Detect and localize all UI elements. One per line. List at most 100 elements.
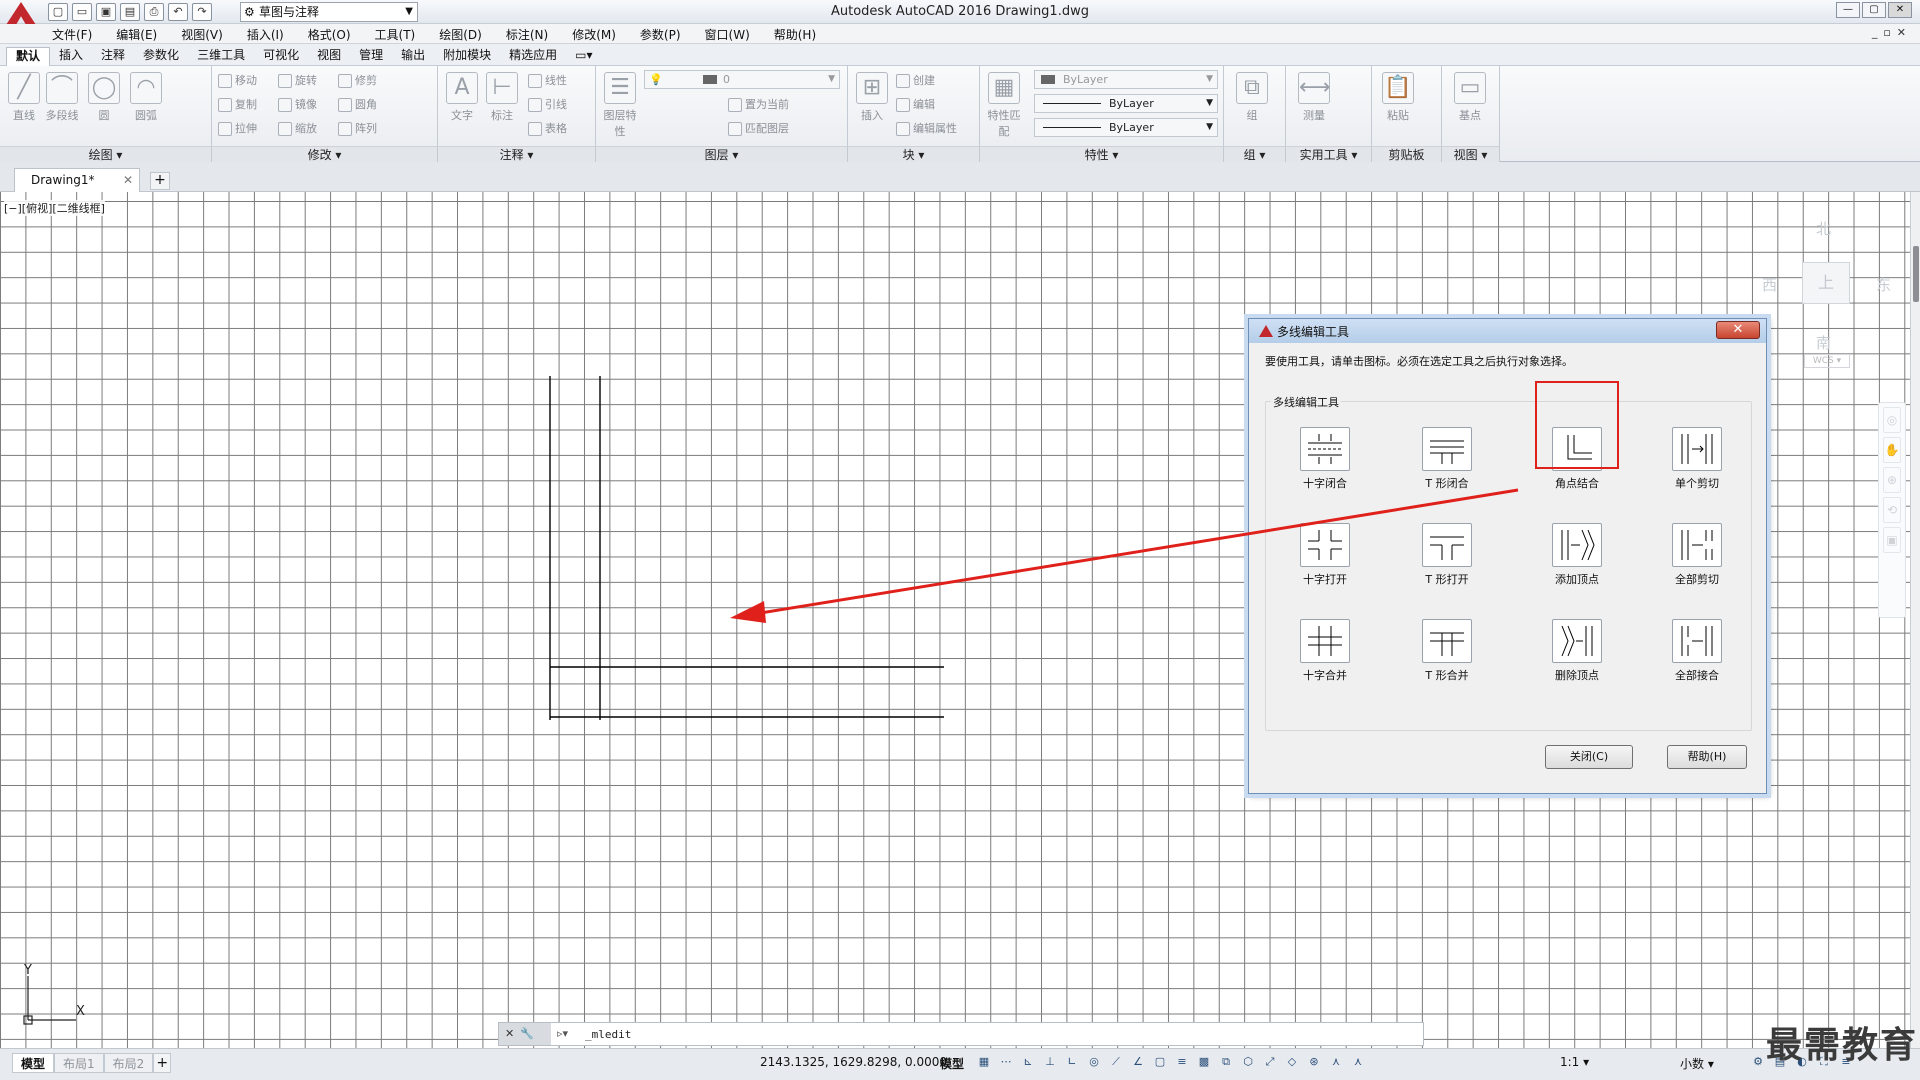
close-button[interactable]: 关闭(C) (1545, 745, 1633, 769)
gizmo-icon[interactable]: ⊛ (1306, 1054, 1322, 1070)
tab-view[interactable]: 视图 (308, 47, 350, 66)
tab-parametric[interactable]: 参数化 (134, 47, 188, 66)
new-tab-button[interactable]: + (150, 172, 170, 190)
viewcube-east[interactable]: 东 (1876, 274, 1891, 295)
scrollbar-thumb[interactable] (1913, 246, 1919, 302)
tool-match-layer[interactable]: 匹配图层 (728, 120, 789, 136)
menu-file[interactable]: 文件(F) (52, 26, 92, 43)
tool-cross-closed[interactable]: 十字闭合 (1287, 427, 1363, 501)
tool-cut-all[interactable]: 全部剪切 (1659, 523, 1735, 597)
snap-icon[interactable]: ⋯ (998, 1054, 1014, 1070)
tool-cut-single[interactable]: 单个剪切 (1659, 427, 1735, 501)
tool-create-block[interactable]: 创建 (896, 72, 935, 88)
panel-title-clipboard[interactable]: 剪贴板 (1372, 146, 1441, 162)
help-button[interactable]: 帮助(H) (1667, 745, 1747, 769)
tool-add-vertex[interactable]: 添加顶点 (1539, 523, 1615, 597)
minimize-button[interactable]: — (1836, 2, 1860, 18)
ortho-icon[interactable]: ∟ (1064, 1054, 1080, 1070)
viewcube-west[interactable]: 西 (1762, 274, 1777, 295)
vertical-scrollbar[interactable] (1910, 192, 1920, 1048)
menu-window[interactable]: 窗口(W) (705, 26, 750, 43)
dialog-close-button[interactable]: ✕ (1716, 321, 1760, 339)
layer-dropdown[interactable]: 💡 0 ▼ (644, 70, 840, 89)
infer-constraints-icon[interactable]: ⊾ (1020, 1054, 1036, 1070)
tab-visualize[interactable]: 可视化 (254, 47, 308, 66)
tool-stretch[interactable]: 拉伸 (218, 120, 257, 136)
tool-paste[interactable]: 📋 粘贴 (1378, 72, 1418, 123)
menu-parametric[interactable]: 参数(P) (640, 26, 681, 43)
panel-title-view[interactable]: 视图 ▾ (1442, 146, 1499, 162)
auto-scale-icon[interactable]: ⋏ (1350, 1054, 1366, 1070)
tool-base-point[interactable]: ▭ 基点 (1450, 72, 1490, 123)
tab-model[interactable]: 模型 (12, 1053, 55, 1073)
selection-cycling-icon[interactable]: ⧉ (1218, 1054, 1234, 1070)
pan-icon[interactable]: ✋ (1883, 437, 1901, 463)
cursor-coordinates[interactable]: 2143.1325, 1629.8298, 0.0000 (760, 1055, 947, 1069)
menu-tools[interactable]: 工具(T) (375, 26, 416, 43)
viewcube-top-face[interactable]: 上 (1802, 262, 1850, 304)
grid-icon[interactable]: ▦ (976, 1054, 992, 1070)
panel-title-modify[interactable]: 修改 ▾ (212, 146, 437, 162)
tool-group[interactable]: ⧉ 组 (1232, 72, 1272, 123)
close-tab-icon[interactable]: ✕ (123, 169, 133, 191)
tool-tee-closed[interactable]: T 形闭合 (1409, 427, 1485, 501)
tool-polyline[interactable]: ⌒ 多段线 (42, 72, 82, 123)
tool-cross-merged[interactable]: 十字合并 (1287, 619, 1363, 693)
menu-modify[interactable]: 修改(M) (572, 26, 616, 43)
menu-edit[interactable]: 编辑(E) (116, 26, 157, 43)
tool-measure[interactable]: ⟷ 测量 (1294, 72, 1334, 123)
tool-mirror[interactable]: 镜像 (278, 96, 317, 112)
tool-dimension[interactable]: ⊢ 标注 (482, 72, 522, 123)
linetype-dropdown[interactable]: ByLayer ▼ (1034, 94, 1218, 113)
tab-output[interactable]: 输出 (392, 47, 434, 66)
steering-wheel-icon[interactable]: ◎ (1883, 407, 1901, 433)
tool-table[interactable]: 表格 (528, 120, 567, 136)
zoom-icon[interactable]: ⊕ (1883, 467, 1901, 493)
tool-copy[interactable]: 复制 (218, 96, 257, 112)
tool-array[interactable]: 阵列 (338, 120, 377, 136)
tool-arc[interactable]: ◠ 圆弧 (126, 72, 166, 123)
tool-circle[interactable]: ◯ 圆 (84, 72, 124, 123)
ribbon-options-icon[interactable]: ▭▾ (566, 47, 601, 66)
dynamic-ucs-icon[interactable]: ⤢ (1262, 1054, 1278, 1070)
panel-title-utilities[interactable]: 实用工具 ▾ (1286, 146, 1371, 162)
viewcube[interactable]: 北 西 东 南 上 WCS ▾ (1752, 204, 1891, 394)
workspace-switch-icon[interactable]: ⚙ (1750, 1054, 1766, 1070)
tool-layer-properties[interactable]: ☰ 图层特性 (600, 72, 640, 139)
annotation-visibility-icon[interactable]: ⋏ (1328, 1054, 1344, 1070)
tool-cross-open[interactable]: 十字打开 (1287, 523, 1363, 597)
command-input[interactable] (585, 1025, 1405, 1043)
orbit-icon[interactable]: ⟲ (1883, 497, 1901, 523)
panel-title-groups[interactable]: 组 ▾ (1224, 146, 1285, 162)
tab-layout2[interactable]: 布局2 (103, 1053, 154, 1073)
tab-layout1[interactable]: 布局1 (54, 1053, 104, 1073)
units-display[interactable]: 小数 ▾ (1680, 1055, 1714, 1072)
tool-edit-block[interactable]: 编辑 (896, 96, 935, 112)
tab-3d-tools[interactable]: 三维工具 (188, 47, 254, 66)
panel-title-draw[interactable]: 绘图 ▾ (0, 146, 211, 162)
add-layout-button[interactable]: + (153, 1053, 172, 1073)
viewcube-north[interactable]: 北 (1816, 218, 1831, 239)
tool-trim[interactable]: 修剪 (338, 72, 377, 88)
selection-filter-icon[interactable]: ◇ (1284, 1054, 1300, 1070)
tool-text[interactable]: A 文字 (442, 72, 482, 123)
tool-move[interactable]: 移动 (218, 72, 257, 88)
object-snap-icon[interactable]: ▢ (1152, 1054, 1168, 1070)
maximize-button[interactable]: ▢ (1862, 2, 1886, 18)
tool-rotate[interactable]: 旋转 (278, 72, 317, 88)
menu-format[interactable]: 格式(O) (308, 26, 351, 43)
tool-set-current[interactable]: 置为当前 (728, 96, 789, 112)
tool-match-properties[interactable]: ▦ 特性匹配 (984, 72, 1024, 139)
tool-fillet[interactable]: 圆角 (338, 96, 377, 112)
tab-home[interactable]: 默认 (6, 47, 51, 66)
tool-weld-all[interactable]: 全部接合 (1659, 619, 1735, 693)
object-snap-tracking-icon[interactable]: ∠ (1130, 1054, 1146, 1070)
polar-tracking-icon[interactable]: ◎ (1086, 1054, 1102, 1070)
menu-draw[interactable]: 绘图(D) (439, 26, 482, 43)
menu-insert[interactable]: 插入(I) (247, 26, 284, 43)
isometric-icon[interactable]: ⟋ (1108, 1054, 1124, 1070)
panel-title-annotation[interactable]: 注释 ▾ (438, 146, 595, 162)
annotation-scale[interactable]: 1:1 ▾ (1560, 1055, 1589, 1069)
dialog-title-bar[interactable]: 多线编辑工具 ✕ (1249, 319, 1766, 343)
tab-featured-apps[interactable]: 精选应用 (500, 47, 566, 66)
